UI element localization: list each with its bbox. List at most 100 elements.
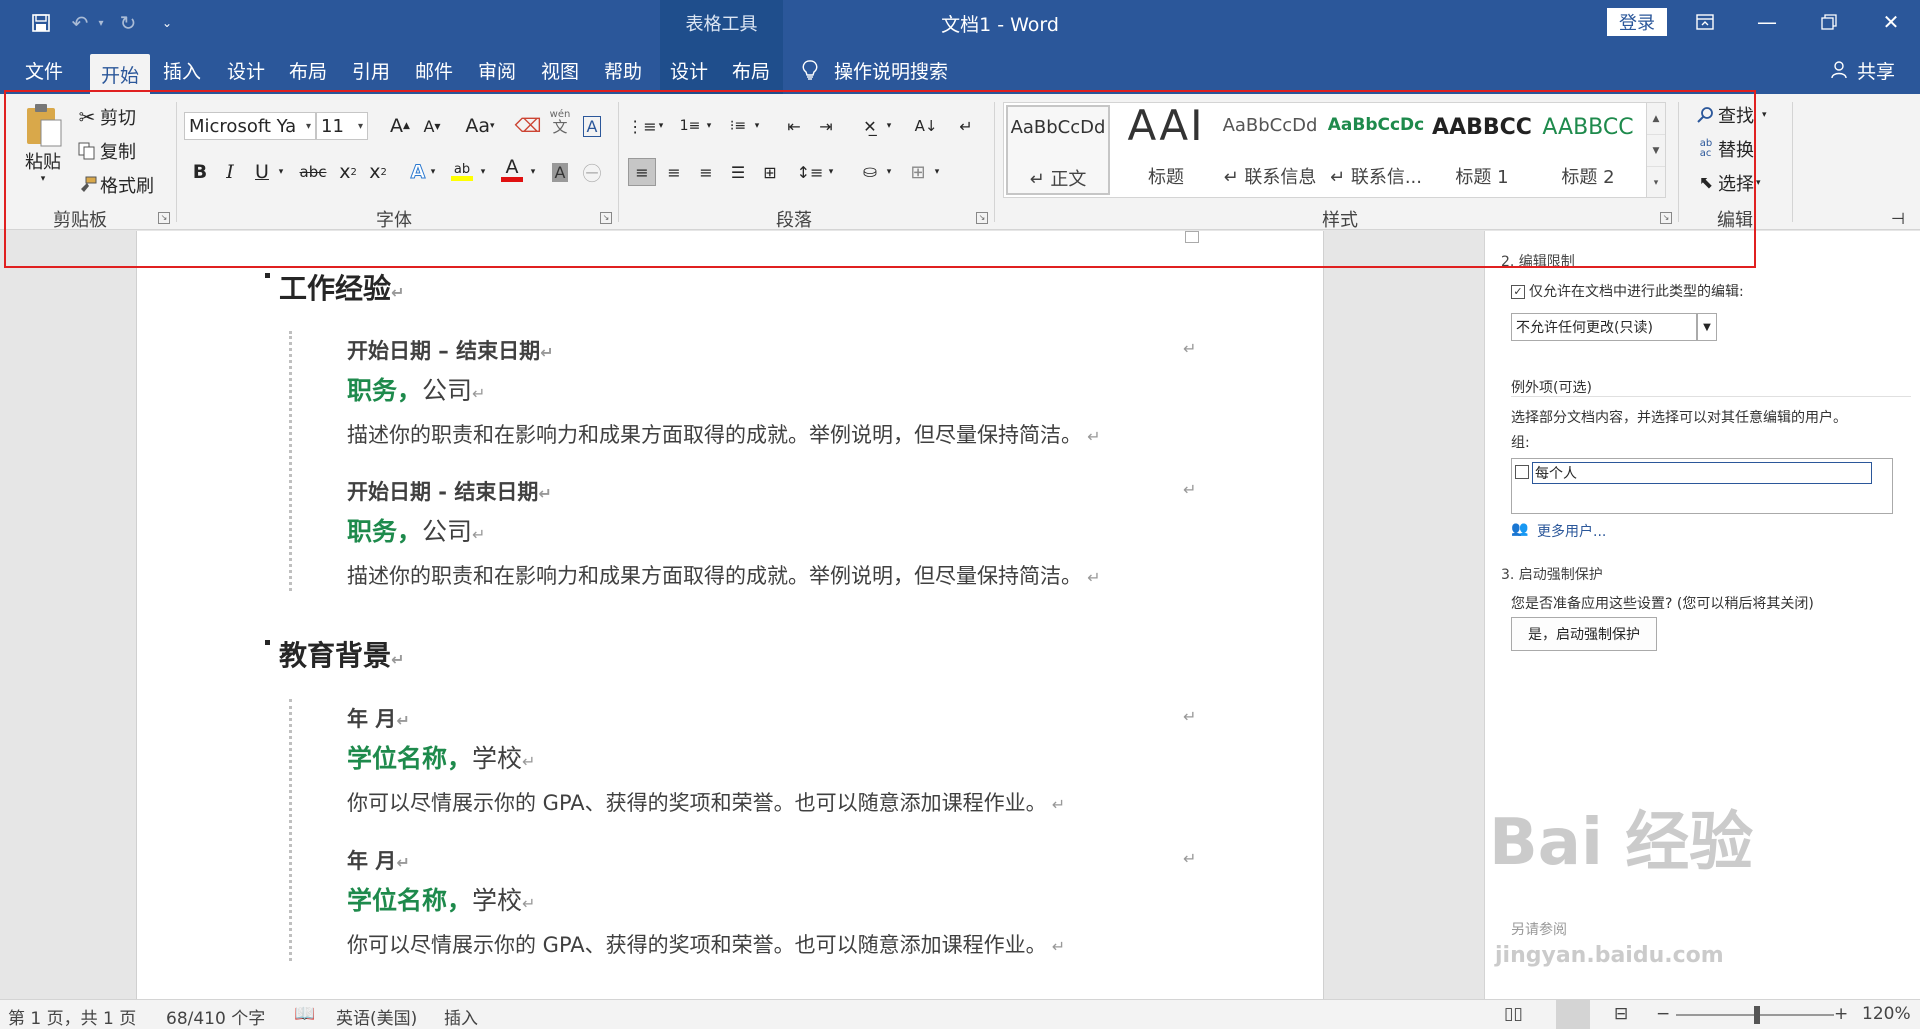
underline-dropdown-icon[interactable]: ▾ (274, 158, 288, 186)
borders-icon[interactable]: ⊞ (904, 158, 932, 186)
table-move-handle[interactable] (1185, 231, 1199, 243)
tab-view[interactable]: 视图 (534, 46, 586, 94)
tab-mailings[interactable]: 邮件 (408, 46, 460, 94)
character-shading-icon[interactable]: A (546, 158, 574, 186)
styles-launcher-icon[interactable]: ↘ (1660, 212, 1672, 224)
italic-icon[interactable]: I (216, 158, 244, 186)
ribbon-display-options-icon[interactable] (1682, 4, 1728, 40)
read-mode-icon[interactable]: ▯▯ (1504, 1004, 1523, 1024)
align-center-icon[interactable]: ≡ (660, 158, 688, 186)
checkbox-checked-icon[interactable]: ✓ (1511, 285, 1525, 299)
redo-icon[interactable]: ↻ (114, 8, 142, 38)
format-painter-button[interactable]: 格式刷 (74, 172, 154, 198)
line-spacing-icon[interactable]: ↕≡ (796, 158, 824, 186)
style-contact-info[interactable]: AaBbCcDd ↵ 联系信息 (1218, 105, 1322, 195)
font-launcher-icon[interactable]: ↘ (600, 212, 612, 224)
text-effects-dropdown-icon[interactable]: ▾ (426, 158, 440, 186)
share-person-icon[interactable] (1828, 46, 1852, 94)
print-layout-icon[interactable] (1556, 1000, 1590, 1029)
show-marks-icon[interactable]: ↵ (952, 112, 980, 140)
shading-bucket-icon[interactable]: ⛀ (856, 158, 884, 186)
bullets-icon[interactable]: ⋮≡ (627, 112, 656, 140)
share-button[interactable]: 共享 (1854, 46, 1898, 94)
chevron-up-icon[interactable]: ▲ (1647, 103, 1665, 135)
chinese-layout-icon[interactable]: ✕̲ (856, 112, 884, 140)
multilevel-dropdown-icon[interactable]: ▾ (750, 112, 764, 140)
proofing-icon[interactable]: 📖 (294, 1004, 315, 1024)
customize-quick-access-icon[interactable]: ⌄ (158, 8, 176, 38)
minimize-icon[interactable]: — (1744, 4, 1790, 40)
replace-button[interactable]: ab ac 替换 (1694, 136, 1754, 162)
more-users-link[interactable]: 更多用户... (1537, 521, 1606, 541)
clear-formatting-icon[interactable]: ⌫ (514, 112, 542, 140)
align-left-icon[interactable]: ≡ (628, 158, 656, 186)
grow-font-icon[interactable]: A ▲ (386, 112, 414, 140)
change-case-button[interactable]: Aa ▾ (458, 112, 502, 140)
tab-review[interactable]: 审阅 (471, 46, 523, 94)
zoom-slider-thumb[interactable] (1754, 1006, 1760, 1024)
character-border-icon[interactable]: A (578, 112, 606, 140)
align-right-icon[interactable]: ≡ (692, 158, 720, 186)
shading-dropdown-icon[interactable]: ▾ (882, 158, 896, 186)
save-icon[interactable] (26, 8, 56, 38)
decrease-indent-icon[interactable]: ⇤ (780, 112, 808, 140)
styles-more-icon[interactable]: ▾ (1647, 167, 1665, 199)
font-size-combo[interactable]: 11 ▾ (316, 112, 368, 140)
copy-button[interactable]: 复制 (74, 138, 136, 164)
tab-references[interactable]: 引用 (345, 46, 397, 94)
tab-table-layout[interactable]: 布局 (725, 46, 777, 94)
lightbulb-icon[interactable] (798, 46, 822, 94)
font-name-combo[interactable]: Microsoft Ya ▾ (184, 112, 316, 140)
tab-design[interactable]: 设计 (220, 46, 272, 94)
start-enforcement-button[interactable]: 是，启动强制保护 (1511, 617, 1657, 651)
tab-help[interactable]: 帮助 (597, 46, 649, 94)
tab-insert[interactable]: 插入 (156, 46, 208, 94)
undo-icon[interactable]: ↶ (66, 8, 94, 38)
bullets-dropdown-icon[interactable]: ▾ (654, 112, 668, 140)
paragraph-launcher-icon[interactable]: ↘ (976, 212, 988, 224)
chinese-layout-dropdown-icon[interactable]: ▾ (882, 112, 896, 140)
group-everyone[interactable]: 每个人 (1532, 462, 1872, 484)
enclose-characters-icon[interactable]: ㊀ (578, 158, 606, 186)
select-button[interactable]: ⬉ 选择 ▾ (1694, 170, 1761, 196)
find-button[interactable]: 查找 ▾ (1694, 102, 1767, 128)
word-count[interactable]: 68/410 个字 (166, 1004, 265, 1029)
undo-dropdown-icon[interactable]: ▾ (94, 8, 108, 38)
style-heading-1[interactable]: AABBCC 标题 1 (1430, 105, 1534, 195)
distributed-icon[interactable]: ⊞ (756, 158, 784, 186)
justify-icon[interactable]: ☰ (724, 158, 752, 186)
bold-icon[interactable]: B (186, 158, 214, 186)
zoom-in-icon[interactable]: + (1834, 1004, 1848, 1024)
edit-type-select[interactable]: 不允许任何更改(只读) (1511, 313, 1697, 341)
insert-mode[interactable]: 插入 (444, 1004, 478, 1029)
font-color-icon[interactable]: A (498, 156, 526, 184)
login-button[interactable]: 登录 (1607, 8, 1667, 36)
tab-home[interactable]: 开始 (90, 54, 150, 94)
allow-only-checkbox[interactable]: ✓ 仅允许在文档中进行此类型的编辑: (1511, 281, 1744, 301)
borders-dropdown-icon[interactable]: ▾ (930, 158, 944, 186)
subscript-icon[interactable]: x2 (334, 158, 362, 186)
close-icon[interactable]: ✕ (1868, 4, 1914, 40)
font-color-dropdown-icon[interactable]: ▾ (526, 158, 540, 186)
cut-button[interactable]: ✂ 剪切 (74, 104, 136, 130)
tell-me-search[interactable]: 操作说明搜索 (834, 46, 958, 94)
highlight-icon[interactable]: ab (448, 158, 476, 186)
checkbox-unchecked-icon[interactable] (1515, 465, 1529, 479)
style-heading-2[interactable]: AABBCC 标题 2 (1536, 105, 1640, 195)
zoom-out-icon[interactable]: − (1656, 1004, 1670, 1024)
tab-layout[interactable]: 布局 (282, 46, 334, 94)
style-normal[interactable]: AaBbCcDd ↵ 正文 (1006, 105, 1110, 195)
increase-indent-icon[interactable]: ⇥ (812, 112, 840, 140)
line-spacing-dropdown-icon[interactable]: ▾ (824, 158, 838, 186)
strikethrough-icon[interactable]: abc (296, 158, 330, 186)
restore-icon[interactable] (1806, 4, 1852, 40)
language[interactable]: 英语(美国) (336, 1004, 417, 1029)
style-title[interactable]: AAI 标题 (1114, 101, 1218, 195)
chevron-down-icon[interactable]: ▼ (1697, 313, 1717, 341)
tab-file[interactable]: 文件 (12, 46, 76, 94)
collapse-ribbon-icon[interactable]: ⊣ (1884, 204, 1912, 232)
highlight-dropdown-icon[interactable]: ▾ (476, 158, 490, 186)
phonetic-guide-icon[interactable]: wén 文 (546, 108, 574, 136)
chevron-down-icon[interactable]: ▼ (1647, 135, 1665, 167)
sort-icon[interactable]: A↓ (912, 112, 940, 140)
